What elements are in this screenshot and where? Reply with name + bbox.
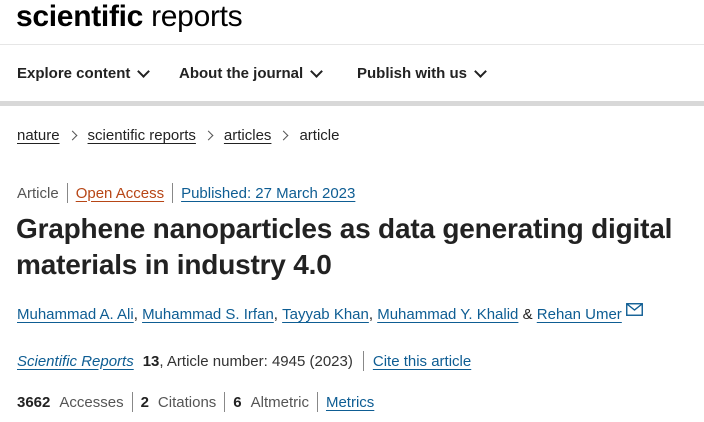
nav-publish-with-us[interactable]: Publish with us bbox=[357, 45, 487, 101]
article-number: , Article number: 4945 (2023) bbox=[159, 352, 353, 370]
divider bbox=[131, 392, 133, 412]
nav-item-label: Explore content bbox=[17, 64, 131, 82]
chevron-right-icon bbox=[203, 130, 214, 141]
divider bbox=[316, 392, 318, 412]
chevron-down-icon bbox=[137, 64, 151, 78]
logo-light-text: reports bbox=[151, 0, 243, 33]
nav-about-journal[interactable]: About the journal bbox=[179, 45, 324, 101]
published-date-link[interactable]: Published: 27 March 2023 bbox=[181, 185, 355, 202]
breadcrumb: nature scientific reports articles artic… bbox=[17, 127, 339, 144]
citation-row: Scientific Reports 13 , Article number: … bbox=[17, 351, 471, 371]
breadcrumb-current: article bbox=[299, 127, 340, 144]
nav-explore-content[interactable]: Explore content bbox=[17, 45, 151, 101]
cite-this-article-link[interactable]: Cite this article bbox=[373, 353, 471, 370]
citations-count: 2 bbox=[140, 393, 149, 411]
metrics-row: 3662 Accesses 2 Citations 6 Altmetric Me… bbox=[17, 392, 374, 412]
author-separator: , bbox=[133, 306, 138, 323]
logo-bold-text: scientific bbox=[16, 0, 144, 33]
metrics-link[interactable]: Metrics bbox=[326, 394, 374, 411]
chevron-down-icon bbox=[474, 64, 487, 78]
open-access-link[interactable]: Open Access bbox=[76, 185, 164, 202]
chevron-right-icon bbox=[278, 130, 289, 141]
altmetric-count: 6 bbox=[233, 393, 242, 411]
article-meta: Article Open Access Published: 27 March … bbox=[17, 183, 355, 203]
author-separator: , bbox=[368, 306, 374, 323]
author-link[interactable]: Muhammad S. Irfan bbox=[142, 306, 274, 323]
author-separator: & bbox=[522, 306, 533, 323]
nav-item-label: About the journal bbox=[179, 64, 304, 82]
author-separator: , bbox=[273, 306, 278, 323]
site-logo[interactable]: scientific reports bbox=[16, 0, 243, 37]
volume-number: 13 bbox=[142, 352, 160, 370]
divider bbox=[172, 183, 174, 203]
envelope-icon[interactable] bbox=[625, 303, 643, 320]
divider bbox=[362, 351, 364, 371]
article-title: Graphene nanoparticles as data generatin… bbox=[16, 213, 673, 280]
accesses-label: Accesses bbox=[59, 393, 124, 411]
author-link[interactable]: Muhammad Y. Khalid bbox=[377, 306, 518, 323]
breadcrumb-scientific-reports[interactable]: scientific reports bbox=[88, 127, 196, 144]
author-link[interactable]: Muhammad A. Ali bbox=[17, 306, 134, 323]
chevron-down-icon bbox=[310, 64, 324, 78]
breadcrumb-articles[interactable]: articles bbox=[224, 127, 272, 144]
accesses-count: 3662 bbox=[17, 393, 51, 411]
divider bbox=[224, 392, 226, 412]
author-link[interactable]: Rehan Umer bbox=[537, 306, 622, 323]
article-type: Article bbox=[17, 184, 59, 202]
citations-label: Citations bbox=[157, 393, 217, 411]
author-list: Muhammad A. Ali , Muhammad S. Irfan , Ta… bbox=[17, 303, 643, 323]
altmetric-label: Altmetric bbox=[250, 393, 309, 411]
chevron-right-icon bbox=[67, 130, 77, 141]
main-nav: Explore content About the journal Publis… bbox=[0, 45, 704, 106]
journal-link[interactable]: Scientific Reports bbox=[17, 353, 134, 370]
author-link[interactable]: Tayyab Khan bbox=[282, 306, 369, 323]
site-header: scientific reports bbox=[0, 0, 704, 45]
nav-item-label: Publish with us bbox=[357, 64, 468, 82]
breadcrumb-nature[interactable]: nature bbox=[17, 127, 60, 144]
divider bbox=[66, 183, 68, 203]
